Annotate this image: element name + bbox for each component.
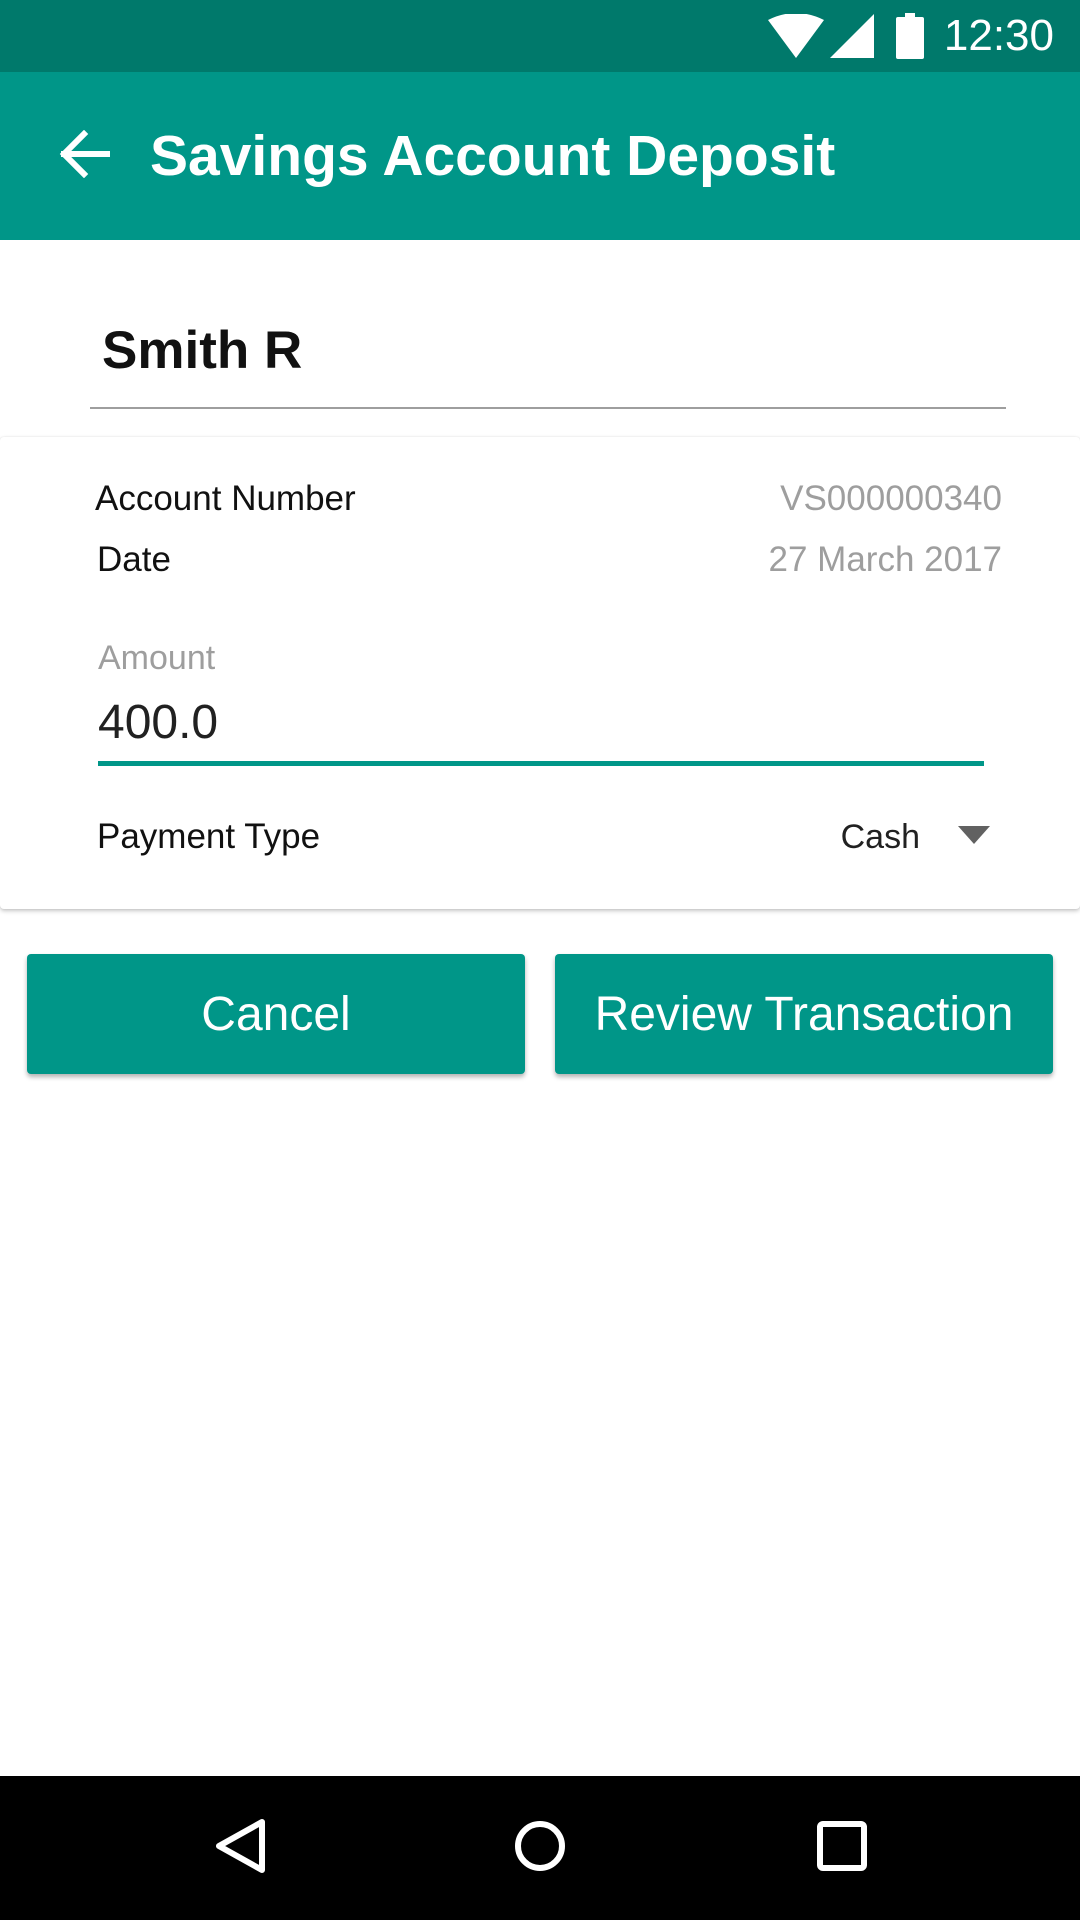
date-label: Date: [97, 540, 171, 579]
amount-underline: [98, 761, 984, 766]
back-button[interactable]: [50, 122, 118, 190]
amount-label: Amount: [98, 639, 216, 677]
wifi-icon: [767, 14, 824, 58]
recents-square-icon: [816, 1820, 868, 1877]
nav-back-button[interactable]: [180, 1776, 300, 1920]
payment-type-value: Cash: [840, 817, 920, 856]
screen: 12:30 Savings Account Deposit Smith R Ac…: [0, 0, 1080, 1920]
customer-name: Smith R: [102, 321, 303, 380]
account-number-label: Account Number: [95, 479, 356, 518]
nav-recents-button[interactable]: [782, 1776, 902, 1920]
review-transaction-button[interactable]: Review Transaction: [555, 954, 1053, 1074]
account-number-value: VS000000340: [780, 479, 1002, 518]
battery-icon: [895, 13, 924, 59]
payment-type-label: Payment Type: [97, 817, 321, 856]
amount-input[interactable]: [98, 687, 984, 757]
back-triangle-icon: [214, 1818, 266, 1879]
cancel-button[interactable]: Cancel: [27, 954, 525, 1074]
cell-signal-icon: [829, 14, 874, 58]
arrow-back-icon: [58, 129, 111, 183]
deposit-details-card: Account Number VS000000340 Date 27 March…: [0, 437, 1080, 909]
nav-home-button[interactable]: [480, 1776, 600, 1920]
system-nav-bar: [0, 1776, 1080, 1920]
name-divider: [90, 407, 1006, 409]
status-bar: 12:30: [0, 0, 1080, 72]
date-value: 27 March 2017: [768, 540, 1002, 579]
status-icons: 12:30: [767, 0, 1054, 72]
dropdown-arrow-icon: [958, 825, 990, 849]
page-title: Savings Account Deposit: [150, 124, 836, 188]
payment-type-dropdown[interactable]: Cash: [841, 807, 990, 867]
app-bar: Savings Account Deposit: [0, 72, 1080, 240]
status-time: 12:30: [943, 11, 1054, 60]
home-circle-icon: [514, 1820, 566, 1877]
